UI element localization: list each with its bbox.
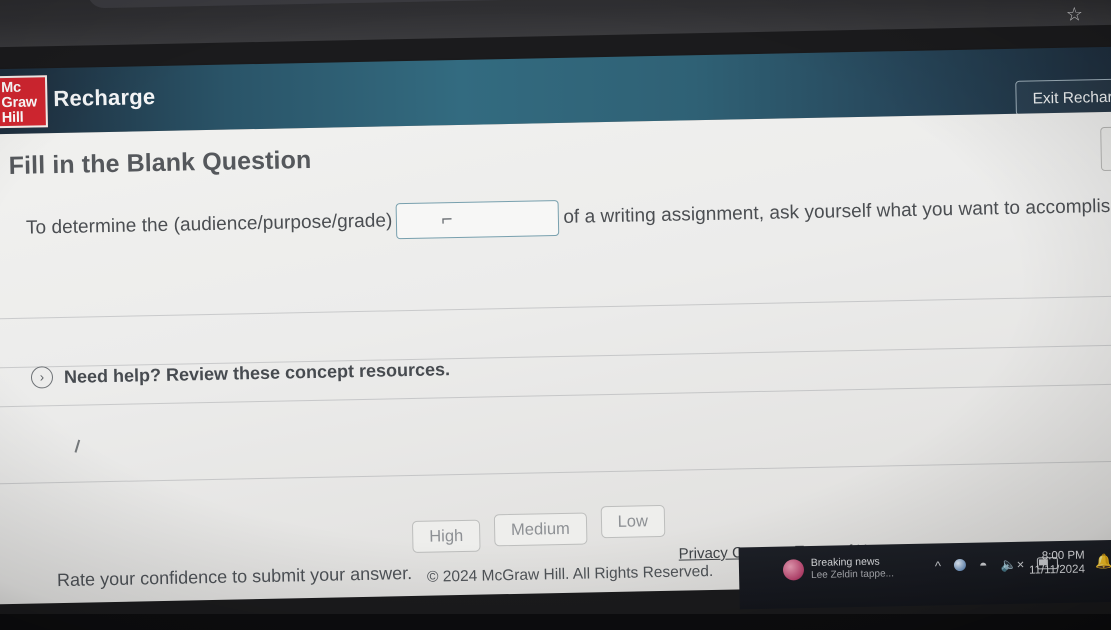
bluetooth-icon[interactable] <box>953 558 967 572</box>
windows-taskbar: Breaking news Lee Zeldin tappe... ^ ◓ 🔈×… <box>738 539 1111 610</box>
blank-answer-input[interactable]: ⌐ <box>396 199 560 240</box>
confidence-medium-button[interactable]: Medium <box>493 512 588 547</box>
news-text: Breaking news Lee Zeldin tappe... <box>811 555 894 582</box>
clock-time: 8:00 PM <box>1041 549 1085 563</box>
page-side-button[interactable] <box>1100 126 1111 172</box>
question-suffix: of a writing assignment, ask yourself wh… <box>563 195 1111 228</box>
confidence-buttons: High Medium Low <box>411 504 666 553</box>
bell-icon[interactable]: 🔔 <box>1095 553 1111 570</box>
monitor-content: learning.mheducation.com/static/awd/inde… <box>0 0 1111 630</box>
question-prefix: To determine the (audience/purpose/grade… <box>25 210 393 239</box>
logo-line-2: Graw <box>1 94 38 112</box>
address-bar[interactable] <box>86 0 988 9</box>
chevron-right-circle-icon: › <box>30 366 54 389</box>
logo-line-3: Hill <box>1 109 24 127</box>
mcgraw-hill-logo[interactable]: Mc Graw Hill <box>0 75 48 129</box>
app-title: Recharge <box>53 84 156 112</box>
taskbar-news-widget[interactable]: Breaking news Lee Zeldin tappe... <box>782 555 894 582</box>
screen-photo: learning.mheducation.com/static/awd/inde… <box>0 0 1111 630</box>
speaker-muted-icon[interactable]: 🔈× <box>1000 556 1024 571</box>
star-icon[interactable]: ☆ <box>1066 4 1083 25</box>
page-title: Fill in the Blank Question <box>8 145 312 181</box>
text-caret-icon: ⌐ <box>441 209 453 231</box>
taskbar-clock[interactable]: 8:00 PM 11/11/2024 <box>1029 548 1085 577</box>
exit-recharge-button[interactable]: Exit Recharge <box>1015 78 1111 116</box>
monitor-bezel <box>0 614 1111 630</box>
news-source-icon <box>782 559 805 581</box>
confidence-low-button[interactable]: Low <box>600 504 666 539</box>
browser-chrome: learning.mheducation.com/static/awd/inde… <box>0 0 1111 48</box>
confidence-high-button[interactable]: High <box>411 519 481 553</box>
clock-date: 11/11/2024 <box>1028 563 1086 577</box>
wifi-icon[interactable]: ◓ <box>979 556 988 572</box>
chevron-up-icon[interactable]: ^ <box>935 558 941 573</box>
news-subtitle: Lee Zeldin tappe... <box>810 567 895 581</box>
